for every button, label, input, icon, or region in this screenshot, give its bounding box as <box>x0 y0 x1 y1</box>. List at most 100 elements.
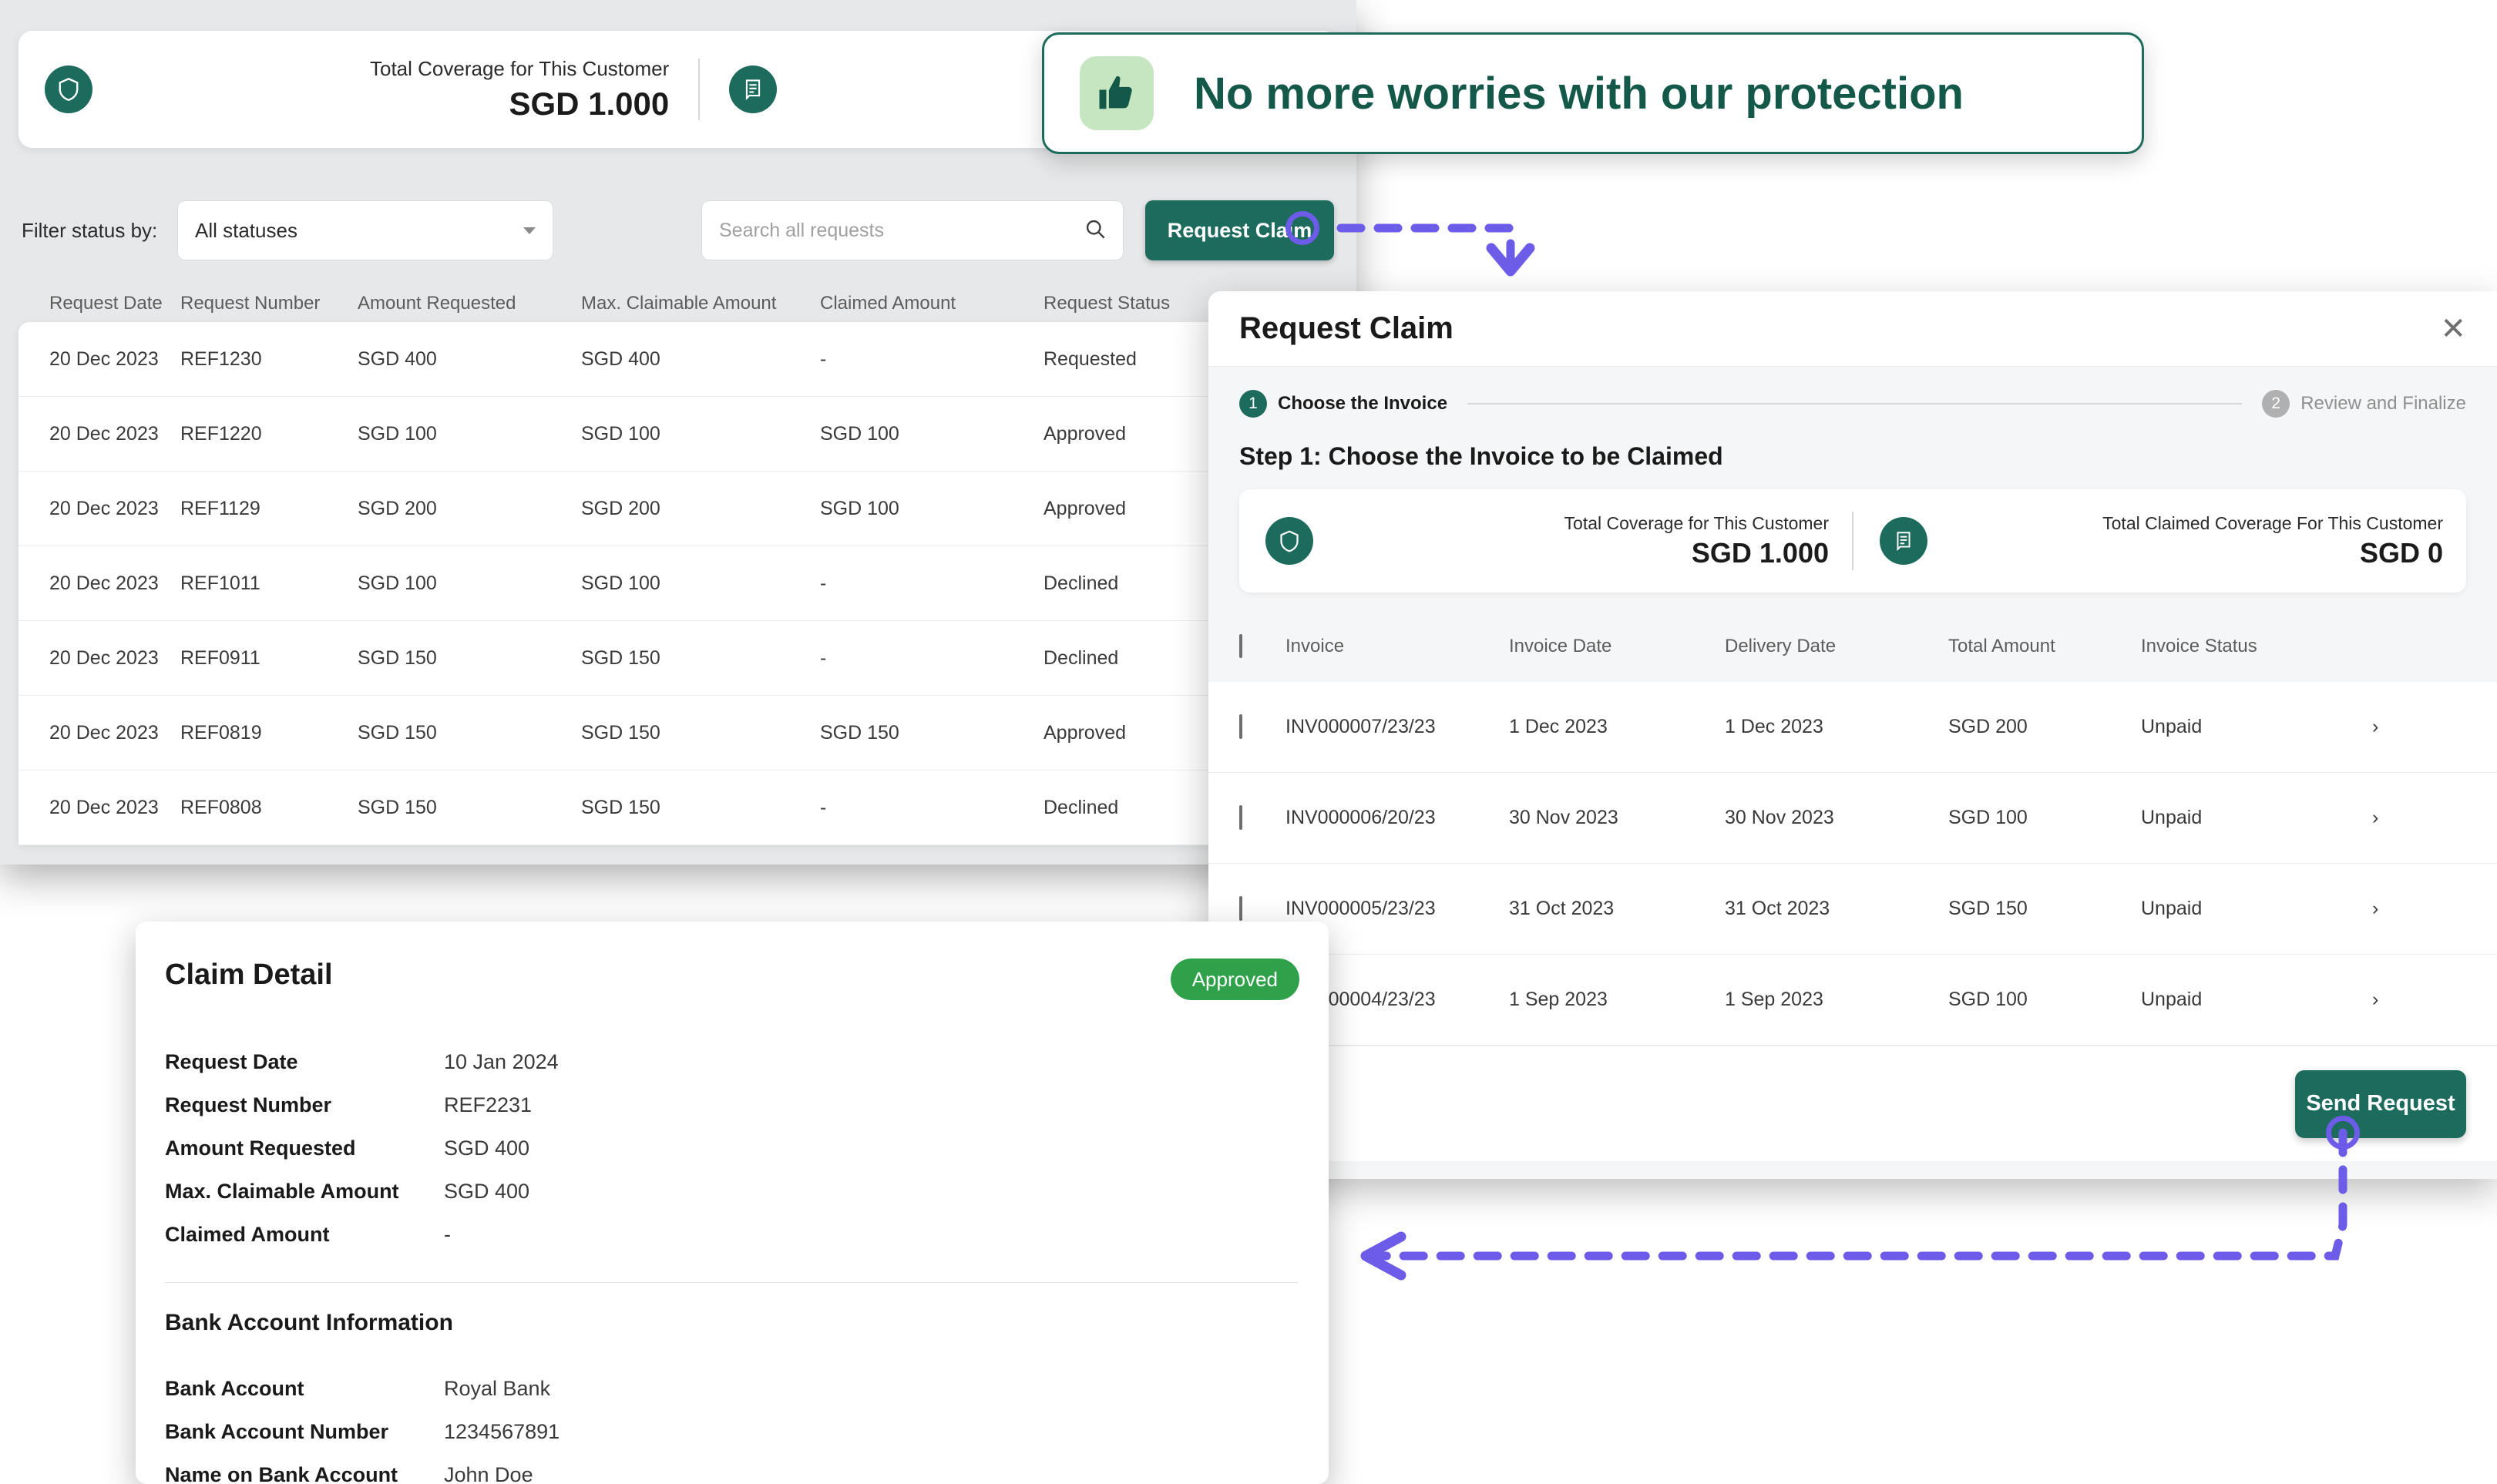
search-icon[interactable] <box>1084 218 1106 243</box>
cell-request-number: REF1220 <box>180 422 262 445</box>
status-badge: Approved <box>1170 959 1299 1000</box>
modal-claimed-coverage-text: Total Claimed Coverage For This Customer… <box>1927 513 2466 569</box>
cell-request-number: REF1011 <box>180 572 260 594</box>
cell-request-number: REF1230 <box>180 347 262 370</box>
select-all-checkbox-cell <box>1239 634 1285 658</box>
step-2-label: Review and Finalize <box>2300 393 2466 414</box>
status-filter-select[interactable]: All statuses <box>177 200 553 260</box>
coverage-icon-wrap <box>18 65 92 113</box>
search-placeholder: Search all requests <box>719 219 885 241</box>
cell-amount-requested: SGD 100 <box>358 422 437 445</box>
invoice-row[interactable]: INV000004/23/23 1 Sep 2023 1 Sep 2023 SGD 1… <box>1208 955 2497 1046</box>
cell-delivery-date: 30 Nov 2023 <box>1725 807 1834 828</box>
cell-invoice-date: 1 Sep 2023 <box>1509 989 1608 1010</box>
table-row[interactable]: 20 Dec 2023 REF1129 SGD 200 SGD 200 SGD 100 A… <box>18 472 1338 546</box>
cell-invoice-status: Unpaid <box>2141 716 2203 737</box>
invoice-row[interactable]: INV000007/23/23 1 Dec 2023 1 Dec 2023 SGD 2… <box>1208 682 2497 773</box>
column-total-amount: Total Amount <box>1948 636 2055 656</box>
detail-value: - <box>444 1222 451 1246</box>
table-row[interactable]: 20 Dec 2023 REF0819 SGD 150 SGD 150 SGD 150 A… <box>18 696 1338 771</box>
search-input[interactable]: Search all requests <box>701 200 1124 260</box>
table-row[interactable]: 20 Dec 2023 REF0808 SGD 150 SGD 150- Decline… <box>18 771 1338 845</box>
column-claimed-amount: Claimed Amount <box>820 293 956 314</box>
cell-claimed-amount: SGD 100 <box>820 422 899 445</box>
modal-footer: Send Request <box>1208 1046 2497 1161</box>
cell-invoice-date: 31 Oct 2023 <box>1509 898 1615 919</box>
invoice-table-header: Invoice Invoice Date Delivery Date Total… <box>1208 611 2497 682</box>
detail-row: Max. Claimable Amount SGD 400 <box>165 1170 1090 1213</box>
select-all-checkbox[interactable] <box>1239 634 1242 658</box>
chevron-right-icon[interactable]: › <box>2372 807 2378 829</box>
detail-row: Bank Account Number 1234567891 <box>165 1410 1090 1453</box>
detail-row: Claimed Amount - <box>165 1213 1090 1256</box>
chevron-right-icon[interactable]: › <box>2372 898 2378 920</box>
cell-invoice-status: Unpaid <box>2141 807 2203 828</box>
detail-row: Bank Account Royal Bank <box>165 1367 1090 1410</box>
modal-step-title: Step 1: Choose the Invoice to be Claimed <box>1239 442 1723 470</box>
cell-delivery-date: 1 Dec 2023 <box>1725 716 1823 737</box>
close-icon[interactable]: ✕ <box>2440 314 2466 344</box>
bank-account-fields: Bank Account Royal Bank Bank Account Numbe… <box>165 1367 1090 1484</box>
cell-invoice: INV000007/23/23 <box>1285 716 1436 737</box>
chevron-right-icon[interactable]: › <box>2372 989 2378 1011</box>
cell-max-claimable: SGD 100 <box>581 422 660 445</box>
column-invoice-status: Invoice Status <box>2141 636 2257 656</box>
modal-coverage-card: Total Coverage for This Customer SGD 1.0… <box>1239 489 2466 593</box>
cell-request-number: REF0808 <box>180 796 262 818</box>
invoice-row[interactable]: INV000005/23/23 31 Oct 2023 31 Oct 2023 SGD… <box>1208 864 2497 955</box>
coverage-total-block: Total Coverage for This Customer SGD 1.0… <box>370 56 669 123</box>
claim-detail-divider <box>165 1282 1298 1283</box>
shield-icon <box>45 65 92 113</box>
detail-label: Request Date <box>165 1049 298 1073</box>
send-request-hotspot <box>2326 1116 2360 1150</box>
coverage-total-value: SGD 1.000 <box>509 86 670 123</box>
invoice-checkbox-cell <box>1239 714 1285 739</box>
cell-request-date: 20 Dec 2023 <box>49 721 159 744</box>
cell-claimed-amount: SGD 100 <box>820 497 899 519</box>
cell-claimed-amount: - <box>820 572 827 594</box>
detail-value: SGD 400 <box>444 1179 530 1203</box>
cell-request-date: 20 Dec 2023 <box>49 796 159 818</box>
chevron-right-icon[interactable]: › <box>2372 716 2378 738</box>
protection-banner: No more worries with our protection <box>1042 32 2144 154</box>
claim-detail-card: Claim Detail Approved Request Date 10 Jan… <box>136 922 1329 1484</box>
cell-max-claimable: SGD 400 <box>581 347 660 370</box>
invoice-checkbox[interactable] <box>1239 896 1242 921</box>
request-claim-modal: Request Claim ✕ 1 Choose the Invoice 2 R… <box>1208 291 2497 1179</box>
claims-toolbar: Filter status by: All statuses Search al… <box>18 200 1334 260</box>
cell-max-claimable: SGD 200 <box>581 497 660 519</box>
detail-value: REF2231 <box>444 1093 533 1116</box>
cell-delivery-date: 1 Sep 2023 <box>1725 989 1823 1010</box>
table-row[interactable]: 20 Dec 2023 REF1220 SGD 100 SGD 100 SGD 100 A… <box>18 397 1338 472</box>
chevron-down-icon <box>523 227 536 234</box>
step-1-indicator[interactable]: 1 <box>1239 390 1267 418</box>
bank-label: Bank Account Number <box>165 1419 389 1443</box>
modal-stepper: 1 Choose the Invoice 2 Review and Finali… <box>1208 367 2497 422</box>
bank-value: Royal Bank <box>444 1376 551 1400</box>
cell-max-claimable: SGD 100 <box>581 572 660 594</box>
step-2-indicator[interactable]: 2 <box>2262 390 2290 418</box>
modal-total-coverage-value: SGD 1.000 <box>1691 536 1829 569</box>
column-delivery-date: Delivery Date <box>1725 636 1837 656</box>
cell-total-amount: SGD 100 <box>1948 807 2028 828</box>
cell-invoice-status: Unpaid <box>2141 898 2203 919</box>
send-request-button[interactable]: Send Request <box>2295 1069 2466 1138</box>
table-row[interactable]: 20 Dec 2023 REF1011 SGD 100 SGD 100- Decline… <box>18 546 1338 621</box>
bank-label: Name on Bank Account <box>165 1462 398 1484</box>
claims-table-header: Request Date Request Number Amount Reque… <box>18 285 1338 322</box>
invoice-checkbox[interactable] <box>1239 714 1242 739</box>
invoice-row[interactable]: INV000006/20/23 30 Nov 2023 30 Nov 2023 SGD… <box>1208 773 2497 864</box>
detail-value: 10 Jan 2024 <box>444 1049 559 1073</box>
cell-claimed-amount: - <box>820 646 827 669</box>
invoice-checkbox[interactable] <box>1239 805 1242 830</box>
cell-total-amount: SGD 100 <box>1948 989 2028 1010</box>
table-row[interactable]: 20 Dec 2023 REF1230 SGD 400 SGD 400- Request… <box>18 322 1338 397</box>
column-invoice-date: Invoice Date <box>1509 636 1612 656</box>
cell-amount-requested: SGD 400 <box>358 347 437 370</box>
table-row[interactable]: 20 Dec 2023 REF0911 SGD 150 SGD 150- Decline… <box>18 621 1338 696</box>
detail-label: Max. Claimable Amount <box>165 1179 399 1203</box>
cell-amount-requested: SGD 150 <box>358 646 437 669</box>
column-amount-requested: Amount Requested <box>358 293 516 314</box>
cell-max-claimable: SGD 150 <box>581 646 660 669</box>
cell-claimed-amount: SGD 150 <box>820 721 899 744</box>
